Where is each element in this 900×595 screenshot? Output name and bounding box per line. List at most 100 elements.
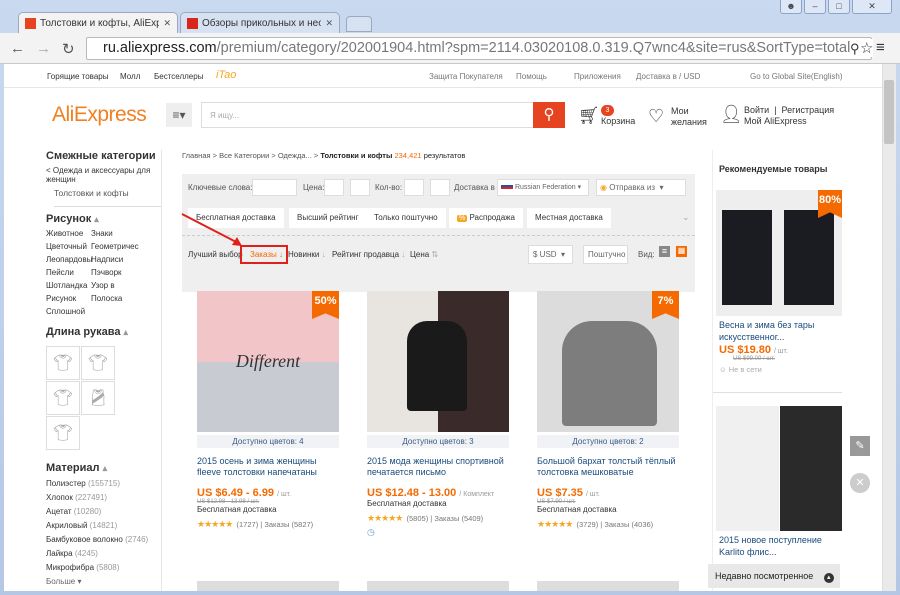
close-tab-icon[interactable]: ✕: [163, 18, 171, 29]
material-option[interactable]: Лайкра (4245): [46, 549, 161, 558]
pattern-option[interactable]: Полоска: [91, 294, 151, 303]
product-image[interactable]: [197, 581, 339, 591]
material-option[interactable]: Хлопок (227491): [46, 493, 161, 502]
register-link[interactable]: Регистрация: [782, 105, 835, 115]
login-link[interactable]: Войти: [744, 105, 769, 115]
single-item-button[interactable]: Только поштучно: [366, 208, 446, 228]
pattern-option[interactable]: Сплошной: [46, 307, 91, 316]
pattern-option[interactable]: Пэчворк: [91, 268, 151, 277]
recommended-image[interactable]: 80%: [716, 190, 842, 316]
recommended-title[interactable]: 2015 новое поступление Karlito флис...: [713, 531, 842, 558]
material-option[interactable]: Микрофибра (5808): [46, 563, 161, 572]
close-circle-icon[interactable]: ✕: [850, 473, 870, 493]
back-icon[interactable]: ←: [10, 40, 25, 57]
currency-select[interactable]: $ USD ▾: [528, 245, 573, 264]
cart-icon[interactable]: 🛒︎: [578, 106, 600, 126]
link-mall[interactable]: Молл: [120, 72, 140, 81]
link-ship-to[interactable]: Доставка в / USD: [636, 72, 700, 81]
product-card[interactable]: 7% Доступно цветов: 2 Большой бархат тол…: [537, 291, 679, 530]
qty-min-input[interactable]: [404, 179, 424, 196]
three-quarter-sleeve-icon[interactable]: 👕︎: [81, 346, 115, 380]
user-icon[interactable]: ☻: [780, 0, 802, 14]
edit-icon[interactable]: ✎: [850, 436, 870, 456]
category-menu-button[interactable]: ≡▾: [166, 103, 192, 127]
tab-reviews[interactable]: Обзоры прикольных и необ ✕: [180, 12, 340, 34]
forward-icon[interactable]: →: [36, 40, 51, 57]
product-image[interactable]: Different 50%: [197, 291, 339, 432]
pattern-option[interactable]: Рисунок: [46, 294, 91, 303]
unit-select[interactable]: Поштучно: [583, 245, 628, 264]
price-min-input[interactable]: [324, 179, 344, 196]
product-title[interactable]: Большой бархат толстый тёплый толстовка …: [537, 456, 679, 478]
reload-icon[interactable]: ↻: [62, 40, 75, 58]
scrollbar-thumb[interactable]: [884, 80, 894, 144]
link-bestsellers[interactable]: Бестселлеры: [154, 72, 203, 81]
pattern-option[interactable]: Пейсли: [46, 268, 91, 277]
pattern-option[interactable]: Леопардовы: [46, 255, 92, 264]
itao-logo[interactable]: iTao: [216, 69, 236, 81]
product-title[interactable]: 2015 осень и зима женщины fleeve толстов…: [197, 456, 339, 478]
grid-view-icon[interactable]: ▦: [676, 246, 687, 257]
link-buyer-protection[interactable]: Защита Покупателя: [429, 72, 503, 81]
new-tab-button[interactable]: [346, 16, 372, 32]
link-global-site[interactable]: Go to Global Site(English): [750, 72, 843, 81]
cart-label[interactable]: Корзина: [601, 116, 635, 127]
parent-category-link[interactable]: < Одежда и аксессуары для женщин: [46, 166, 154, 184]
menu-icon[interactable]: ≡: [876, 39, 885, 56]
bookmark-star-icon[interactable]: ☆: [860, 39, 874, 57]
short-sleeve-icon[interactable]: 👕︎: [46, 381, 80, 415]
material-option[interactable]: Полиэстер (155715): [46, 479, 161, 488]
pattern-option[interactable]: Животное: [46, 229, 91, 238]
product-image[interactable]: [367, 581, 509, 591]
ship-from-select[interactable]: ◉ Отправка из ▾: [596, 179, 686, 196]
sort-seller-rating[interactable]: Рейтинг продавца ↓: [332, 250, 405, 259]
sort-newest[interactable]: Новинки ↓: [288, 250, 326, 259]
half-sleeve-icon[interactable]: 👕︎: [46, 416, 80, 450]
pattern-option[interactable]: Узор в: [91, 281, 151, 290]
material-option[interactable]: Акриловый (14821): [46, 521, 161, 530]
product-image[interactable]: [367, 291, 509, 432]
user-icon[interactable]: 👤︎: [720, 104, 743, 125]
pattern-option[interactable]: Геометричес: [91, 242, 151, 251]
search-input[interactable]: Я ищу...: [201, 102, 534, 128]
product-image[interactable]: [537, 581, 679, 591]
aliexpress-logo[interactable]: AliExpress: [52, 103, 147, 127]
recommended-title[interactable]: Весна и зима без тары искусственног...: [713, 316, 842, 343]
product-title[interactable]: 2015 мода женщины спортивной печатается …: [367, 456, 509, 478]
tab-aliexpress[interactable]: Толстовки и кофты, AliExpr ✕: [18, 12, 178, 34]
link-hot-deals[interactable]: Горящие товары: [47, 72, 109, 81]
keywords-input[interactable]: [252, 179, 297, 196]
material-option[interactable]: Бамбуковое волокно (2746): [46, 535, 161, 544]
material-option[interactable]: Ацетат (10280): [46, 507, 161, 516]
qty-max-input[interactable]: [430, 179, 450, 196]
product-card[interactable]: Different 50% Доступно цветов: 4 2015 осе…: [197, 291, 339, 530]
wishlist-link[interactable]: Мои желания: [671, 106, 707, 128]
current-category[interactable]: Толстовки и кофты: [54, 188, 161, 207]
expand-filters-icon[interactable]: ⌄: [682, 212, 690, 223]
pattern-option[interactable]: Шотландка: [46, 281, 91, 290]
heart-icon[interactable]: ♡: [648, 106, 664, 127]
top-rated-button[interactable]: Высший рейтинг: [289, 208, 367, 228]
list-view-icon[interactable]: ≡: [659, 246, 670, 257]
search-button[interactable]: ⚲: [533, 102, 565, 128]
breadcrumb-path[interactable]: Главная > Все Категории > Одежда... >: [182, 151, 318, 160]
pattern-option[interactable]: Цветочный: [46, 242, 91, 251]
sale-button[interactable]: % Распродажа: [449, 208, 523, 228]
link-help[interactable]: Помощь: [516, 72, 547, 81]
long-sleeve-icon[interactable]: 👕︎: [46, 346, 80, 380]
local-shipping-button[interactable]: Местная доставка: [527, 208, 611, 228]
maximize-button[interactable]: □: [828, 0, 850, 14]
close-tab-icon[interactable]: ✕: [325, 18, 333, 29]
link-apps[interactable]: Приложения: [574, 72, 621, 81]
recently-viewed-bar[interactable]: Недавно посмотренное ▴: [708, 564, 840, 588]
sort-price[interactable]: Цена ⇅: [410, 250, 438, 259]
price-max-input[interactable]: [350, 179, 370, 196]
product-card[interactable]: Доступно цветов: 3 2015 мода женщины спо…: [367, 291, 509, 538]
ship-to-select[interactable]: Russian Federation ▾: [497, 179, 589, 196]
recommended-image[interactable]: [716, 406, 842, 531]
close-window-button[interactable]: ✕: [852, 0, 892, 14]
product-image[interactable]: 7%: [537, 291, 679, 432]
minimize-button[interactable]: –: [804, 0, 826, 14]
more-materials-link[interactable]: Больше ▾: [46, 577, 161, 586]
pattern-option[interactable]: Надписи: [91, 255, 151, 264]
